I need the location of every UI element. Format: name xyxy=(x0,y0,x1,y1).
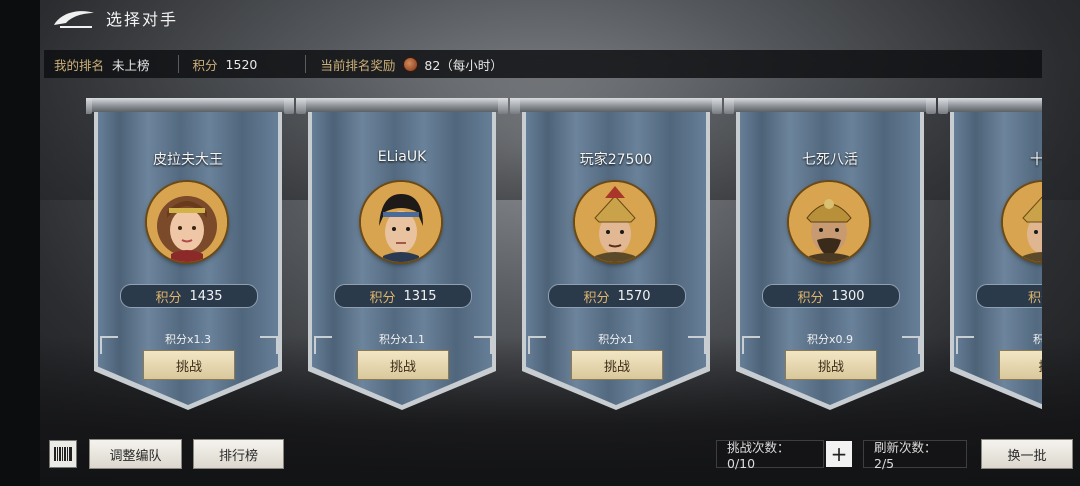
my-rank-label: 我的排名 xyxy=(54,57,105,73)
points-value: 1520 xyxy=(225,56,258,72)
divider xyxy=(177,55,179,73)
banner-rod xyxy=(300,98,504,112)
barcode-button[interactable] xyxy=(49,440,77,468)
opponent-card: 十摸 积分 积分 挑 xyxy=(938,98,1042,413)
avatar xyxy=(575,182,655,262)
opponent-name: 十摸 xyxy=(1030,152,1042,168)
banner-rod xyxy=(514,98,718,112)
corner-ornament xyxy=(100,336,118,354)
reward-label: 当前排名奖励 xyxy=(320,57,396,73)
score-pill: 积分 1435 xyxy=(120,284,258,308)
reward-value: 82（每小时） xyxy=(424,57,503,73)
barcode-icon xyxy=(54,447,72,461)
avatar xyxy=(361,182,441,262)
rod-cap xyxy=(86,98,92,114)
challenge-button[interactable]: 挑 xyxy=(999,350,1042,380)
opponent-card: ELiaUK 积分 1315 积分x1.1 挑战 xyxy=(296,98,508,413)
divider xyxy=(305,55,307,73)
title-bar: 选择对手 xyxy=(40,0,1080,36)
page-title: 选择对手 xyxy=(106,10,179,29)
opponent-card: 皮拉夫大王 积分 1435 积分x1.3 挑战 xyxy=(86,98,294,413)
challenge-button[interactable]: 挑战 xyxy=(143,350,235,380)
score-value: 1435 xyxy=(189,288,223,304)
corner-ornament xyxy=(260,336,278,354)
swap-batch-button[interactable]: 换一批 xyxy=(981,439,1073,469)
score-pill: 积分 1570 xyxy=(548,284,686,308)
opponent-card: 玩家27500 积分 1570 积分x1 挑战 xyxy=(510,98,722,413)
refresh-count: 刷新次数：2/5 xyxy=(863,440,967,471)
avatar xyxy=(789,182,869,262)
challenge-button[interactable]: 挑战 xyxy=(785,350,877,380)
rod-cap xyxy=(938,98,948,114)
score-label: 积分 xyxy=(797,290,824,306)
back-arrow-icon xyxy=(54,11,94,28)
score-value: 1300 xyxy=(831,288,865,304)
opponent-name: 七死八活 xyxy=(802,152,858,168)
coin-icon xyxy=(403,56,419,72)
rod-cap xyxy=(510,98,520,114)
challenge-button[interactable]: 挑战 xyxy=(571,350,663,380)
corner-ornament xyxy=(528,336,546,354)
score-pill: 积分 1315 xyxy=(334,284,472,308)
opponent-list: 皮拉夫大王 积分 1435 积分x1.3 挑战 ELiaUK 积分 1315 积… xyxy=(86,98,1042,413)
avatar xyxy=(147,182,227,262)
corner-ornament xyxy=(314,336,332,354)
corner-ornament xyxy=(688,336,706,354)
add-challenge-button[interactable]: + xyxy=(826,441,852,467)
score-pill: 积分 xyxy=(976,284,1042,308)
leaderboard-button[interactable]: 排行榜 xyxy=(193,439,284,469)
score-value: 1315 xyxy=(403,288,437,304)
rod-cap xyxy=(926,98,936,114)
rank-info-bar: 我的排名 未上榜 积分 1520 当前排名奖励 82（每小时） xyxy=(44,50,1042,78)
rod-cap xyxy=(498,98,508,114)
score-label: 积分 xyxy=(1027,290,1042,306)
adjust-formation-button[interactable]: 调整编队 xyxy=(89,439,182,469)
plus-icon: + xyxy=(830,442,848,466)
banner-rod xyxy=(942,98,1042,112)
back-button[interactable] xyxy=(48,3,100,33)
rod-cap xyxy=(712,98,722,114)
corner-ornament xyxy=(742,336,760,354)
rod-cap xyxy=(724,98,734,114)
opponent-name: 皮拉夫大王 xyxy=(153,152,223,168)
banner-rod xyxy=(728,98,932,112)
corner-ornament xyxy=(956,336,974,354)
score-label: 积分 xyxy=(155,290,182,306)
opponent-name: ELiaUK xyxy=(377,149,427,165)
score-label: 积分 xyxy=(369,290,396,306)
corner-ornament xyxy=(902,336,920,354)
opponent-card: 七死八活 积分 1300 积分x0.9 挑战 xyxy=(724,98,936,413)
my-rank-value: 未上榜 xyxy=(112,57,150,73)
challenge-count: 挑战次数：0/10 xyxy=(716,440,824,471)
rod-cap xyxy=(296,98,306,114)
rod-cap xyxy=(284,98,294,114)
challenge-button[interactable]: 挑战 xyxy=(357,350,449,380)
banner-rod xyxy=(86,98,290,112)
screen-left-edge xyxy=(0,0,40,486)
corner-ornament xyxy=(474,336,492,354)
score-pill: 积分 1300 xyxy=(762,284,900,308)
points-label: 积分 xyxy=(192,57,218,73)
opponent-name: 玩家27500 xyxy=(579,152,653,168)
score-value: 1570 xyxy=(617,288,651,304)
score-label: 积分 xyxy=(583,290,610,306)
